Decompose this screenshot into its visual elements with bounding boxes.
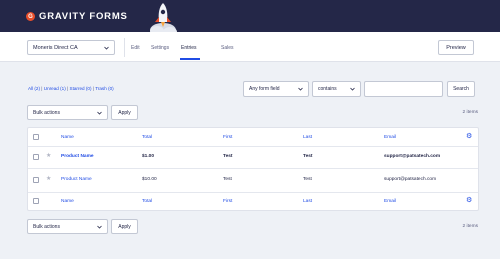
entry-filters: All (2) | Unread (1) | Starred (0) | Tra… (28, 86, 114, 91)
bulk-actions-label: Bulk actions (33, 109, 60, 116)
item-count-bottom: 2 items (462, 224, 478, 229)
column-name[interactable]: Name (61, 199, 74, 204)
chevron-down-icon (104, 46, 109, 50)
row-checkbox[interactable] (33, 177, 39, 183)
entries-table: Name Total First Last Email ⚙ ★ Product … (27, 127, 479, 211)
search-button[interactable]: Search (447, 81, 475, 97)
select-all-checkbox[interactable] (33, 134, 39, 140)
row-checkbox[interactable] (33, 154, 39, 160)
entry-email: support@patsatech.com (384, 177, 437, 182)
table-footer: Name Total First Last Email ⚙ (28, 192, 478, 210)
entry-name-link[interactable]: Product Name (61, 177, 92, 182)
form-switcher-select[interactable]: Moneris Direct CA (27, 40, 115, 55)
nav-edit[interactable]: Edit (131, 45, 140, 51)
entry-last: Test (303, 177, 312, 182)
column-name[interactable]: Name (61, 135, 74, 140)
bulk-actions-label: Bulk actions (33, 223, 60, 230)
column-first[interactable]: First (223, 135, 232, 140)
column-total[interactable]: Total (142, 135, 152, 140)
preview-button[interactable]: Preview (438, 40, 474, 55)
search-field-label: Any form field (249, 86, 280, 92)
select-all-checkbox[interactable] (33, 198, 39, 204)
chevron-down-icon (97, 111, 102, 115)
column-email[interactable]: Email (384, 199, 396, 204)
search-input[interactable] (364, 81, 443, 97)
chevron-down-icon (350, 87, 355, 91)
entry-first: Test (223, 177, 232, 182)
chevron-down-icon (298, 87, 303, 91)
top-bar: G GRAVITY FORMS (0, 0, 500, 37)
nav-entries[interactable]: Entries (181, 45, 197, 51)
apply-button-bottom[interactable]: Apply (111, 219, 138, 234)
search-operator-select[interactable]: contains (312, 81, 361, 97)
star-icon[interactable]: ★ (46, 153, 51, 159)
filter-starred[interactable]: Starred (0) (70, 86, 92, 91)
entry-name-link[interactable]: Product Name (61, 154, 94, 159)
entry-last: Test (303, 154, 313, 159)
entry-total: $10.00 (142, 177, 157, 182)
column-last[interactable]: Last (303, 135, 312, 140)
gear-icon[interactable]: ⚙ (466, 197, 472, 204)
item-count: 2 items (462, 110, 478, 115)
active-tab-indicator (180, 58, 200, 60)
column-email[interactable]: Email (384, 135, 396, 140)
entry-total: $1.00 (142, 154, 155, 159)
search-operator-label: contains (318, 86, 337, 92)
apply-button[interactable]: Apply (111, 105, 138, 120)
star-icon[interactable]: ★ (46, 176, 51, 182)
filter-all[interactable]: All (2) (28, 86, 40, 91)
search-field-select[interactable]: Any form field (243, 81, 309, 97)
nav-settings[interactable]: Settings (151, 45, 169, 51)
column-total[interactable]: Total (142, 199, 152, 204)
form-switcher-label: Moneris Direct CA (33, 44, 78, 51)
bulk-actions-select-bottom[interactable]: Bulk actions (27, 219, 108, 234)
chevron-down-icon (97, 225, 102, 229)
logo-text: GRAVITY FORMS (39, 11, 128, 22)
nav-sales[interactable]: Sales (221, 45, 234, 51)
gravity-forms-logo: G GRAVITY FORMS (26, 11, 128, 22)
bulk-actions-select[interactable]: Bulk actions (27, 105, 108, 120)
table-row[interactable]: ★ Product Name $10.00 Test Test support@… (28, 168, 478, 192)
filter-trash[interactable]: Trash (0) (95, 86, 113, 91)
column-last[interactable]: Last (303, 199, 312, 204)
toolbar-divider (124, 38, 125, 57)
entry-email: support@patsatech.com (384, 154, 441, 159)
entry-first: Test (223, 154, 233, 159)
filter-unread[interactable]: Unread (1) (44, 86, 66, 91)
table-header: Name Total First Last Email ⚙ (28, 128, 478, 146)
gear-icon[interactable]: ⚙ (466, 133, 472, 140)
logo-mark-icon: G (26, 12, 35, 21)
table-row[interactable]: ★ Product Name $1.00 Test Test support@p… (28, 146, 478, 168)
column-first[interactable]: First (223, 199, 232, 204)
